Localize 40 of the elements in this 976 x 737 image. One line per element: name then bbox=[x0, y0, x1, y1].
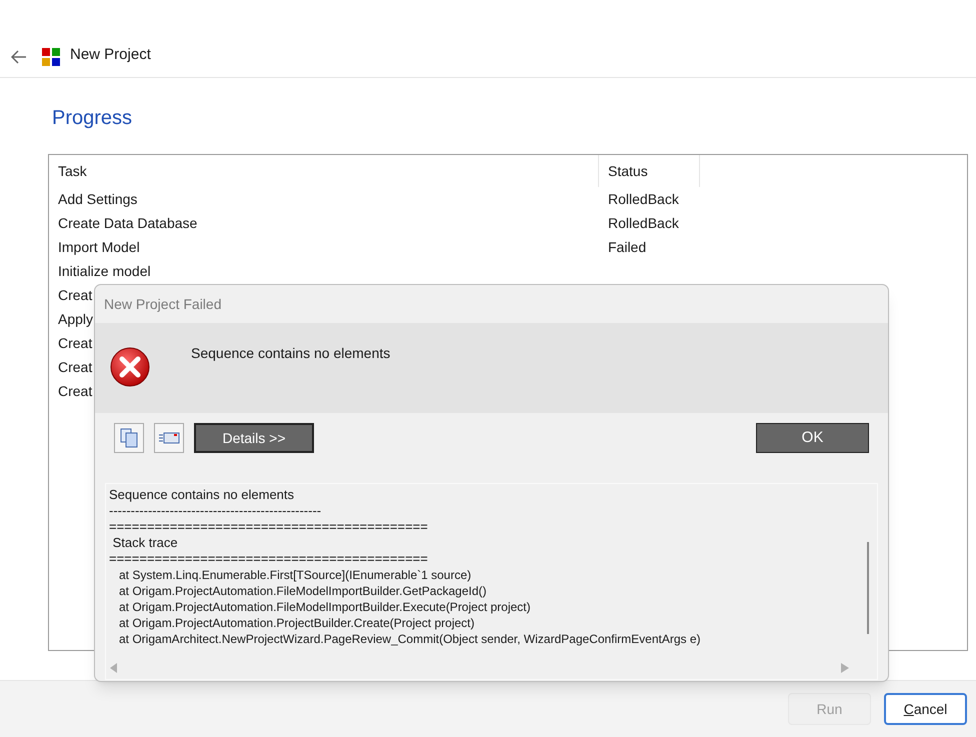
status-cell-text: RolledBack bbox=[607, 190, 679, 208]
column-header[interactable]: Task bbox=[49, 155, 599, 187]
task-cell: Creat bbox=[58, 358, 92, 374]
status-cell-text: Failed bbox=[607, 238, 646, 256]
email-button[interactable] bbox=[154, 423, 184, 453]
app-logo-icon bbox=[42, 48, 60, 66]
task-cell: Apply bbox=[58, 310, 94, 326]
column-header[interactable]: Status bbox=[599, 155, 700, 187]
task-cell: Initialize model bbox=[58, 262, 151, 278]
copy-button[interactable] bbox=[114, 423, 144, 453]
error-message: Sequence contains no elements bbox=[191, 344, 390, 363]
task-cell: Create Data Database bbox=[58, 214, 198, 230]
details-line: ------------------------------------------------- bbox=[109, 503, 322, 519]
details-line: Stack trace bbox=[112, 535, 179, 551]
back-button[interactable] bbox=[10, 48, 28, 66]
details-line: at Origam.ProjectAutomation.FileModelImportBuilder.Execute(Project project) bbox=[118, 599, 532, 615]
envelope-icon bbox=[158, 431, 180, 445]
details-line: at OrigamArchitect.NewProjectWizard.PageReview_Commit(Object sender, WizardPageConfirmEventArgs e) bbox=[118, 631, 702, 647]
scrollbar-thumb[interactable] bbox=[867, 542, 869, 634]
details-line: ========================================== bbox=[109, 551, 429, 567]
error-icon bbox=[109, 346, 151, 388]
dialog-title: New Project Failed bbox=[104, 294, 222, 314]
back-arrow-icon bbox=[11, 50, 27, 64]
window-title: New Project bbox=[70, 44, 151, 64]
task-cell: Creat bbox=[58, 382, 92, 398]
details-button[interactable]: Details >> bbox=[194, 423, 314, 453]
ok-button[interactable]: OK bbox=[756, 423, 869, 453]
details-line: ========================================== bbox=[109, 519, 429, 535]
details-line: at System.Linq.Enumerable.First[TSource](IEnumerable`1 source) bbox=[118, 567, 472, 583]
dialog-button[interactable]: Cancel bbox=[884, 693, 967, 725]
details-line: at Origam.ProjectAutomation.FileModelImportBuilder.GetPackageId() bbox=[118, 583, 488, 599]
task-cell: Import Model bbox=[58, 238, 140, 254]
task-cell: Creat bbox=[58, 286, 92, 302]
task-cell: Add Settings bbox=[58, 190, 138, 206]
details-line: Sequence contains no elements bbox=[109, 487, 296, 503]
page-heading: Progress bbox=[52, 106, 134, 131]
details-line: at Origam.ProjectAutomation.ProjectBuilder.Create(Project project) bbox=[118, 615, 476, 631]
copy-icon bbox=[120, 428, 138, 448]
task-cell: Creat bbox=[58, 334, 92, 350]
status-cell-text: RolledBack bbox=[607, 214, 679, 232]
